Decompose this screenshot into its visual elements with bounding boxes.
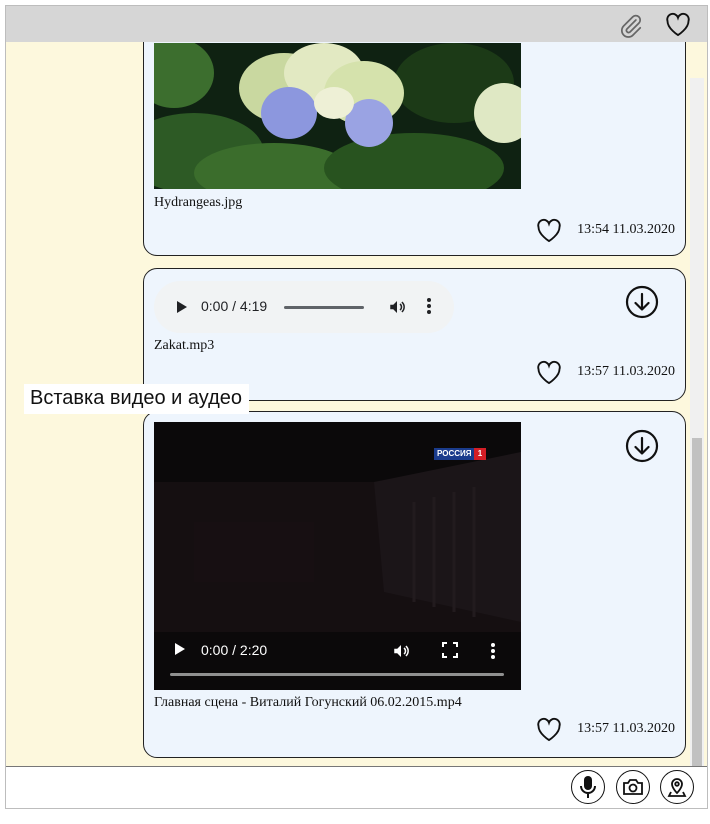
more-options-icon[interactable] — [490, 642, 496, 663]
fullscreen-icon[interactable] — [442, 642, 458, 661]
message-meta: 13:54 11.03.2020 — [535, 217, 675, 243]
video-time: 0:00 / 2:20 — [201, 642, 268, 658]
channel-badge: РОССИЯ 1 — [434, 448, 486, 460]
play-icon[interactable] — [176, 300, 188, 317]
caption-label: Вставка видео и аудео — [24, 384, 250, 414]
top-toolbar — [6, 6, 707, 42]
microphone-icon — [580, 776, 596, 798]
message-meta: 13:57 11.03.2020 — [535, 716, 675, 742]
audio-player[interactable]: 0:00 / 4:19 — [154, 281, 454, 333]
audio-progress-track[interactable] — [284, 306, 364, 309]
scrollbar-thumb[interactable] — [692, 438, 702, 766]
video-progress-track[interactable] — [170, 673, 504, 676]
file-name: Zakat.mp3 — [154, 338, 215, 353]
microphone-button[interactable] — [571, 770, 605, 804]
like-heart-icon[interactable] — [535, 217, 563, 243]
message-time: 13:57 11.03.2020 — [577, 364, 675, 379]
channel-number: 1 — [474, 448, 486, 460]
audio-time: 0:00 / 4:19 — [201, 298, 268, 314]
download-icon[interactable] — [625, 429, 659, 463]
message-image: Hydrangeas.jpg 13:54 11.03.2020 — [143, 42, 686, 256]
play-icon[interactable] — [174, 642, 186, 659]
message-time: 13:54 11.03.2020 — [577, 222, 675, 237]
scrollbar[interactable] — [690, 78, 704, 766]
message-audio: 0:00 / 4:19 Zakat.mp3 13:57 11.03.2020 — [143, 268, 686, 401]
camera-button[interactable] — [616, 770, 650, 804]
image-preview[interactable] — [154, 43, 521, 189]
camera-icon — [623, 779, 643, 795]
video-player[interactable]: РОССИЯ 1 0:00 / 2:20 — [154, 422, 521, 690]
input-bar — [6, 766, 707, 808]
chat-window: Hydrangeas.jpg 13:54 11.03.2020 0:00 / 4… — [5, 5, 708, 809]
volume-icon[interactable] — [388, 298, 406, 319]
message-input[interactable] — [8, 769, 567, 807]
like-heart-icon[interactable] — [535, 359, 563, 385]
like-heart-icon[interactable] — [535, 716, 563, 742]
message-meta: 13:57 11.03.2020 — [535, 359, 675, 385]
paperclip-icon[interactable] — [618, 13, 644, 44]
message-video: РОССИЯ 1 0:00 / 2:20 Главная сцена - Вит… — [143, 411, 686, 758]
file-name: Главная сцена - Виталий Гогунский 06.02.… — [154, 695, 462, 710]
more-options-icon[interactable] — [426, 297, 432, 318]
video-controls: 0:00 / 2:20 — [154, 630, 521, 690]
message-time: 13:57 11.03.2020 — [577, 721, 675, 736]
download-icon[interactable] — [625, 285, 659, 319]
heart-icon[interactable] — [664, 11, 692, 42]
location-pin-icon — [667, 778, 687, 797]
file-name: Hydrangeas.jpg — [154, 195, 243, 210]
channel-badge-text: РОССИЯ — [437, 449, 472, 458]
volume-icon[interactable] — [392, 642, 410, 663]
location-button[interactable] — [660, 770, 694, 804]
